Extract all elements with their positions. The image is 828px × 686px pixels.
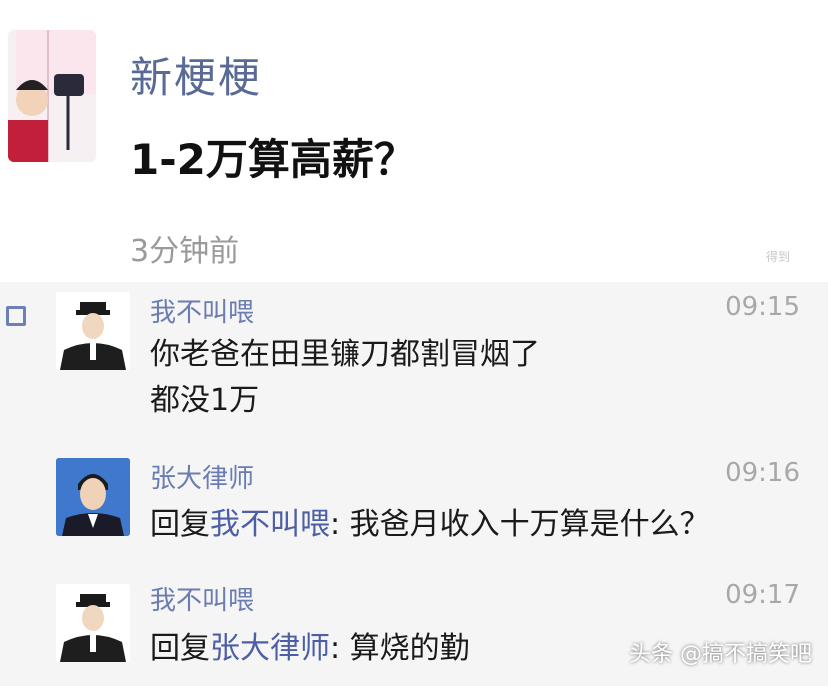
- comment-bubble-icon: [6, 306, 26, 326]
- post-author-avatar[interactable]: [8, 30, 96, 162]
- comment-avatar[interactable]: [56, 584, 130, 662]
- reply-body: : 算烧的勤: [330, 631, 470, 666]
- post-content: 1-2万算高薪？: [130, 135, 416, 184]
- comments-section: 我不叫喂 09:15 你老爸在田里镰刀都割冒烟了 都没1万 张大律师 09:16…: [0, 282, 828, 686]
- comment-author[interactable]: 张大律师: [150, 458, 254, 495]
- cartoon-avatar-icon: [8, 30, 96, 162]
- reply-target-link[interactable]: 张大律师: [210, 631, 330, 666]
- comment-time: 09:17: [725, 580, 800, 610]
- watermark: 头条 @搞不搞笑吧: [629, 642, 812, 667]
- reply-target-link[interactable]: 我不叫喂: [210, 507, 330, 542]
- reply-body: : 我爸月收入十万算是什么？: [330, 507, 710, 542]
- comment-text-line: 都没1万: [150, 383, 260, 418]
- post-timestamp: 3分钟前: [130, 234, 240, 269]
- post-card: 新梗梗 1-2万算高薪？ 3分钟前 得到: [0, 0, 828, 280]
- reply-prefix: 回复: [150, 631, 210, 666]
- comment-text[interactable]: 你老爸在田里镰刀都割冒烟了 都没1万: [150, 332, 790, 424]
- comment-author[interactable]: 我不叫喂: [150, 580, 254, 617]
- police-icon: [56, 584, 130, 662]
- small-watermark: 得到: [766, 250, 791, 264]
- post-author-name[interactable]: 新梗梗: [130, 44, 262, 105]
- comment-author[interactable]: 我不叫喂: [150, 292, 254, 329]
- comment-text[interactable]: 回复我不叫喂: 我爸月收入十万算是什么？: [150, 502, 790, 548]
- reply-prefix: 回复: [150, 507, 210, 542]
- comment-time: 09:15: [725, 292, 800, 322]
- portrait-icon: [56, 458, 130, 536]
- comment-avatar[interactable]: [56, 292, 130, 370]
- comment-time: 09:16: [725, 458, 800, 488]
- comment-text-line: 你老爸在田里镰刀都割冒烟了: [150, 337, 540, 372]
- police-icon: [56, 292, 130, 370]
- comment-avatar[interactable]: [56, 458, 130, 536]
